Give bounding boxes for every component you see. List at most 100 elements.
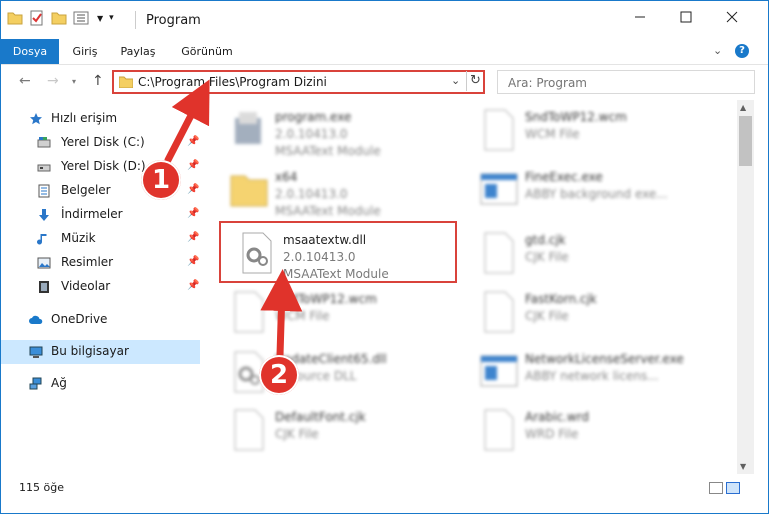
- cloud-icon: [29, 315, 43, 324]
- sidebar-item-videos[interactable]: Videolar 📌: [1, 275, 201, 299]
- file-thumbnail: [479, 231, 519, 275]
- folder-icon[interactable]: [7, 11, 23, 25]
- file-tile[interactable]: Arabic.wrd WRD File: [463, 400, 703, 458]
- file-thumbnail: [229, 408, 269, 452]
- file-tile[interactable]: gtd.cjk CJK File: [463, 223, 703, 281]
- file-thumbnail: [229, 108, 269, 152]
- file-icon: [234, 291, 264, 333]
- callout-badge: 1: [141, 160, 181, 200]
- file-name: msaatextw.dll: [283, 233, 367, 247]
- ribbon: Dosya Giriş Paylaş Görünüm ⌄ ?: [1, 39, 768, 65]
- file-detail: CJK File: [525, 309, 569, 323]
- scroll-down-icon[interactable]: ▼: [740, 462, 746, 471]
- pin-icon[interactable]: 📌: [187, 184, 199, 195]
- sidebar-item-pictures[interactable]: Resimler 📌: [1, 251, 201, 275]
- up-icon[interactable]: ↑: [92, 73, 104, 89]
- file-thumbnail: [479, 108, 519, 152]
- pin-icon[interactable]: 📌: [187, 136, 199, 147]
- application-icon: [480, 355, 518, 387]
- file-tile[interactable]: x64 2.0.10413.0 MSAAText Module: [213, 160, 453, 218]
- minimize-button[interactable]: [617, 1, 663, 33]
- file-tile[interactable]: UpdateClient65.dll Resource DLL: [213, 342, 453, 400]
- window-title: Program: [146, 13, 201, 28]
- maximize-button[interactable]: [663, 1, 709, 33]
- file-name: program.exe: [275, 110, 352, 124]
- file-tile[interactable]: DefaultFont.cjk CJK File: [213, 400, 453, 458]
- navigation-bar: ← → ▾ ↑ C:\Program Files\Program Dizini …: [1, 64, 768, 100]
- file-tile[interactable]: SndToWP12.wcm WCM File: [463, 100, 703, 158]
- sidebar-item-onedrive[interactable]: OneDrive: [1, 308, 201, 332]
- recent-locations-icon[interactable]: ▾: [72, 77, 76, 86]
- file-name: gtd.cjk: [525, 233, 566, 247]
- star-icon: [30, 113, 42, 125]
- videos-icon: [39, 281, 49, 293]
- file-tile[interactable]: program.exe 2.0.10413.0 MSAAText Module: [213, 100, 453, 158]
- file-tile[interactable]: FastKorn.cjk CJK File: [463, 282, 703, 340]
- address-dropdown-icon[interactable]: ⌄: [451, 74, 460, 87]
- title-bar: ▼ ▾ Program: [1, 1, 768, 39]
- sidebar-item-downloads[interactable]: İndirmeler 📌: [1, 203, 201, 227]
- back-icon[interactable]: ←: [19, 73, 31, 89]
- pin-icon[interactable]: 📌: [187, 256, 199, 267]
- sidebar-item-label: Videolar: [61, 279, 111, 293]
- settings-file-icon: [242, 232, 272, 274]
- view-options-icon[interactable]: [73, 11, 91, 25]
- help-icon[interactable]: ?: [735, 44, 749, 58]
- close-icon: [726, 11, 738, 23]
- sidebar-item-label: Ağ: [51, 376, 67, 390]
- tab-home[interactable]: Giriş: [63, 39, 107, 64]
- file-tile[interactable]: FineExec.exe ABBY background exe...: [463, 160, 703, 218]
- scrollbar-thumb[interactable]: [739, 116, 752, 166]
- file-tile[interactable]: SndToWP12.wcm WCM File: [213, 282, 453, 340]
- forward-icon[interactable]: →: [47, 73, 59, 89]
- address-path: C:\Program Files\Program Dizini: [138, 75, 327, 89]
- file-thumbnail: [479, 350, 519, 394]
- pin-icon[interactable]: 📌: [187, 232, 199, 243]
- file-thumbnail: [479, 408, 519, 452]
- pin-icon[interactable]: 📌: [187, 280, 199, 291]
- refresh-icon[interactable]: ↻: [466, 71, 484, 91]
- vertical-scrollbar[interactable]: ▲ ▼: [737, 100, 754, 474]
- quick-access-toolbar: ▼ ▾: [7, 10, 114, 26]
- large-icons-view-icon[interactable]: [726, 482, 740, 494]
- sidebar-item-label: Yerel Disk (D:): [61, 159, 146, 173]
- file-detail: ABBY network licens...: [525, 369, 659, 383]
- drive-icon: [37, 137, 51, 148]
- file-name: NetworkLicenseServer.exe: [525, 352, 684, 366]
- pin-icon[interactable]: 📌: [187, 208, 199, 219]
- close-button[interactable]: [709, 1, 755, 33]
- customize-toolbar-icon[interactable]: ▾: [109, 13, 114, 23]
- sidebar-item-quick-access[interactable]: Hızlı erişim: [1, 107, 201, 131]
- music-icon: [37, 234, 47, 245]
- file-detail: WCM File: [525, 127, 580, 141]
- sidebar-item-disk-c[interactable]: Yerel Disk (C:) 📌: [1, 131, 201, 155]
- sidebar-item-network[interactable]: Ağ: [1, 372, 201, 396]
- tab-file[interactable]: Dosya: [1, 39, 59, 64]
- file-thumbnail: [229, 290, 269, 334]
- computer-icon: [29, 346, 43, 358]
- sidebar-item-this-pc[interactable]: Bu bilgisayar: [1, 340, 200, 364]
- sidebar-item-music[interactable]: Müzik 📌: [1, 227, 201, 251]
- tab-view[interactable]: Görünüm: [171, 39, 243, 64]
- file-tile-selected[interactable]: msaatextw.dll 2.0.10413.0 MSAAText Module: [219, 221, 457, 283]
- properties-icon[interactable]: [29, 10, 45, 26]
- expand-ribbon-icon[interactable]: ⌄: [713, 44, 722, 57]
- application-icon: [480, 173, 518, 205]
- tab-share[interactable]: Paylaş: [111, 39, 165, 64]
- search-input[interactable]: [506, 72, 710, 94]
- file-icon: [484, 409, 514, 451]
- search-box[interactable]: [497, 70, 755, 94]
- address-bar[interactable]: C:\Program Files\Program Dizini ⌄ ↻: [112, 70, 485, 94]
- new-folder-icon[interactable]: [51, 11, 67, 25]
- folder-icon: [119, 76, 133, 88]
- sidebar-item-label: Bu bilgisayar: [51, 344, 129, 358]
- minimize-icon: [635, 16, 645, 18]
- pin-icon[interactable]: 📌: [187, 160, 199, 171]
- file-description: MSAAText Module: [275, 144, 381, 158]
- sidebar-item-label: Müzik: [61, 231, 96, 245]
- file-tile[interactable]: NetworkLicenseServer.exe ABBY network lic…: [463, 342, 703, 400]
- item-count: 115 öğe: [19, 481, 64, 494]
- chevron-down-icon[interactable]: ▼: [97, 14, 103, 23]
- scroll-up-icon[interactable]: ▲: [740, 103, 746, 112]
- details-view-icon[interactable]: [709, 482, 723, 494]
